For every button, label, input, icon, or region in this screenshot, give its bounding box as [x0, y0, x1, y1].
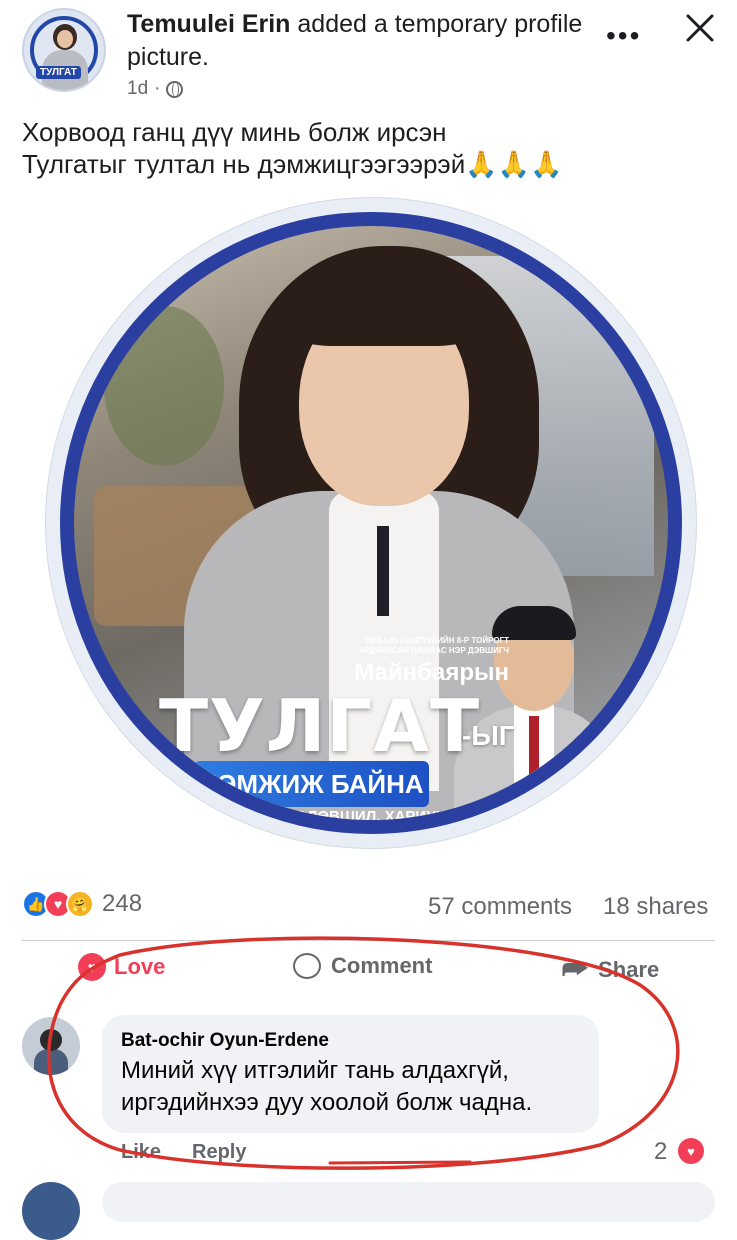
comment-reply-button[interactable]: Reply [192, 1141, 246, 1164]
comment-label: Comment [331, 953, 433, 978]
divider [22, 940, 715, 941]
comments-count-link[interactable]: 57 comments [428, 893, 572, 921]
love-button[interactable]: ♥ Love [78, 953, 165, 981]
close-icon [686, 14, 714, 42]
avatar-badge: ТУЛГАТ [36, 66, 81, 79]
care-reaction-icon: 🤗 [66, 890, 94, 918]
more-options-button[interactable]: ••• [606, 20, 641, 52]
share-arrow-icon: ⮫ [562, 953, 589, 984]
campaign-suffix: -ЫГ [462, 720, 515, 751]
commenter-head [40, 1029, 62, 1051]
post-message-line: Тулгатыг тултал нь дэмжицгээгээрэй🙏🙏🙏 [22, 149, 563, 179]
campaign-support-banner: ДЭМЖИЖ БАЙНА [194, 761, 429, 807]
post-message-line: Хорвоод ганц дүү минь болж ирсэн [22, 117, 447, 147]
woman-bow [377, 526, 389, 616]
campaign-subtitle-line: УИХ-ЫН СОНГУУЛИЙН 8-Р ТОЙРОГТ [365, 636, 509, 645]
heart-icon: ♥ [78, 953, 106, 981]
candidate-tie [529, 716, 539, 776]
comment-love-icon[interactable]: ♥ [678, 1138, 704, 1164]
campaign-subtitle: УИХ-ЫН СОНГУУЛИЙН 8-Р ТОЙРОГТ АРДЧИЛСАН … [309, 636, 509, 656]
love-label: Love [114, 954, 166, 979]
comment-button[interactable]: Comment [293, 953, 432, 979]
close-button[interactable] [680, 8, 720, 48]
comment-like-button[interactable]: Like [121, 1141, 161, 1164]
candidate-hair [492, 606, 576, 640]
post-header-text: Temuulei Erin added a temporary profile … [127, 8, 597, 74]
current-user-avatar [22, 1182, 80, 1240]
shares-count-link[interactable]: 18 shares [603, 893, 708, 921]
reaction-count: 248 [102, 890, 143, 917]
globe-icon [166, 80, 184, 98]
share-button[interactable]: ⮫ Share [562, 953, 659, 986]
comment-text-line: иргэдийнхээ дуу хоолой болж чадна. [121, 1089, 533, 1116]
post-time[interactable]: 1d [127, 78, 148, 100]
comment-text: Миний хүү итгэлийг тань алдахгүй, иргэди… [121, 1055, 596, 1119]
commenter-avatar[interactable] [22, 1017, 80, 1075]
write-comment-input[interactable] [102, 1182, 715, 1222]
meta-separator: · [154, 78, 161, 99]
avatar-face [57, 30, 73, 48]
campaign-subtitle-line: АРДЧИЛСАН НАМААС НЭР ДЭВШИГЧ [358, 646, 509, 655]
reactions-summary[interactable]: 👍 ♥ 🤗 248 [22, 890, 142, 918]
comment-bubble-icon [293, 953, 321, 979]
campaign-patronymic: Майнбаярын [354, 659, 509, 686]
comment-reaction-count: 2 [654, 1138, 668, 1165]
profile-picture[interactable]: УИХ-ЫН СОНГУУЛИЙН 8-Р ТОЙРОГТ АРДЧИЛСАН … [60, 212, 682, 834]
commenter-body [34, 1049, 68, 1075]
post-meta: 1d · [127, 78, 184, 100]
share-label: Share [598, 956, 660, 982]
ellipsis-icon: ••• [606, 20, 642, 51]
post-message: Хорвоод ганц дүү минь болж ирсэн Тулгаты… [22, 116, 712, 180]
comment-author[interactable]: Bat-ochir Oyun-Erdene [121, 1030, 329, 1052]
campaign-candidate-name: ТУЛГАТ [159, 684, 481, 768]
woman-bangs [294, 276, 474, 346]
author-name[interactable]: Temuulei Erin [127, 10, 290, 38]
background-plant [104, 306, 224, 466]
author-avatar[interactable]: ТУЛГАТ [22, 8, 106, 92]
comment-text-line: Миний хүү итгэлийг тань алдахгүй, [121, 1057, 509, 1084]
